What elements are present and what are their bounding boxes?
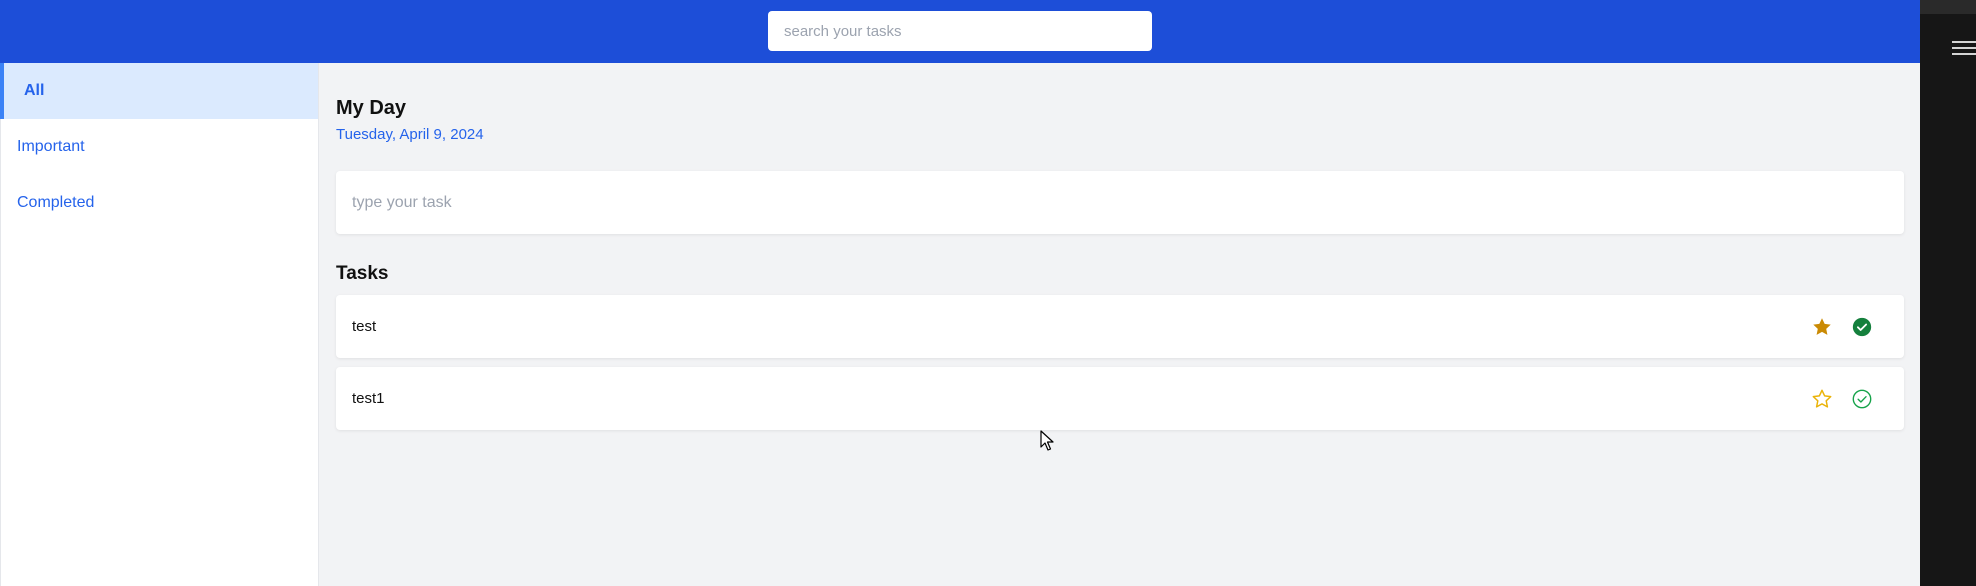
star-filled-icon[interactable] bbox=[1810, 315, 1834, 339]
task-actions bbox=[1810, 367, 1874, 430]
sidebar-item-completed[interactable]: Completed bbox=[1, 175, 318, 231]
star-outline-icon[interactable] bbox=[1810, 387, 1834, 411]
sidebar-item-label: All bbox=[24, 82, 45, 99]
date-label: Tuesday, April 9, 2024 bbox=[336, 126, 484, 143]
search-input[interactable] bbox=[768, 11, 1152, 51]
sidebar-item-label: Completed bbox=[17, 194, 95, 211]
sidebar-item-important[interactable]: Important bbox=[1, 119, 318, 175]
hamburger-menu-icon[interactable] bbox=[1950, 38, 1976, 58]
sidebar: All Important Completed bbox=[0, 63, 319, 586]
task-list: test test1 bbox=[336, 295, 1904, 439]
sidebar-item-all[interactable]: All bbox=[0, 63, 318, 119]
check-circle-outline-icon[interactable] bbox=[1850, 387, 1874, 411]
new-task-input[interactable] bbox=[336, 171, 1904, 234]
task-row: test1 bbox=[336, 367, 1904, 430]
window-side-strip bbox=[1920, 0, 1976, 586]
check-circle-filled-icon[interactable] bbox=[1850, 315, 1874, 339]
top-bar bbox=[0, 0, 1920, 63]
todo-app: All Important Completed My Day Tuesday, … bbox=[0, 0, 1920, 586]
sidebar-item-label: Important bbox=[17, 138, 85, 155]
task-row: test bbox=[336, 295, 1904, 358]
mouse-cursor-icon bbox=[1040, 430, 1054, 451]
window-strip-top bbox=[1920, 0, 1976, 14]
tasks-heading: Tasks bbox=[336, 263, 389, 284]
task-actions bbox=[1810, 295, 1874, 358]
task-text: test bbox=[352, 318, 377, 335]
page-title: My Day bbox=[336, 97, 407, 119]
task-text: test1 bbox=[352, 390, 385, 407]
